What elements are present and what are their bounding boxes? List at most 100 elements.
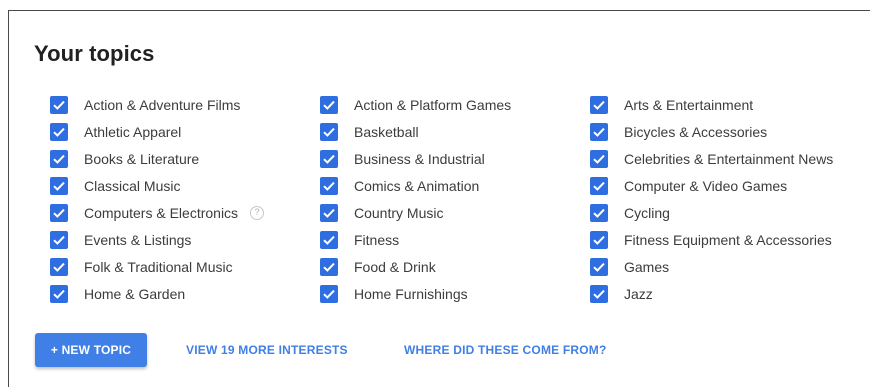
- topic-item[interactable]: Home & Garden: [50, 280, 264, 307]
- checkmark-icon: [593, 235, 605, 245]
- new-topic-button[interactable]: + NEW TOPIC: [35, 333, 147, 367]
- checkmark-icon: [53, 235, 65, 245]
- checkmark-icon: [53, 154, 65, 164]
- checkmark-icon: [323, 235, 335, 245]
- topic-item[interactable]: Classical Music: [50, 172, 264, 199]
- checkmark-icon: [323, 262, 335, 272]
- checkmark-icon: [593, 262, 605, 272]
- where-did-these-come-from-link[interactable]: WHERE DID THESE COME FROM?: [404, 343, 607, 357]
- topic-item[interactable]: Jazz: [590, 280, 833, 307]
- checkmark-icon: [593, 100, 605, 110]
- topic-label: Comics & Animation: [354, 177, 480, 194]
- checkbox[interactable]: [320, 230, 338, 249]
- topics-card: Your topics Action & Adventure Films Ath…: [8, 10, 870, 387]
- topic-label: Events & Listings: [84, 231, 192, 248]
- topic-label: Computer & Video Games: [624, 177, 788, 194]
- checkmark-icon: [593, 181, 605, 191]
- topic-label: Fitness Equipment & Accessories: [624, 231, 832, 248]
- checkmark-icon: [323, 127, 335, 137]
- view-more-interests-link[interactable]: VIEW 19 MORE INTERESTS: [186, 343, 348, 357]
- topic-item[interactable]: Fitness: [320, 226, 511, 253]
- topic-label: Action & Adventure Films: [84, 96, 241, 113]
- checkmark-icon: [53, 127, 65, 137]
- topic-label: Country Music: [354, 204, 444, 221]
- checkmark-icon: [53, 100, 65, 110]
- topic-item[interactable]: Cycling: [590, 199, 833, 226]
- topic-item[interactable]: Books & Literature: [50, 145, 264, 172]
- checkmark-icon: [323, 100, 335, 110]
- checkmark-icon: [53, 289, 65, 299]
- topic-item[interactable]: Games: [590, 253, 833, 280]
- checkbox[interactable]: [50, 257, 68, 276]
- checkmark-icon: [323, 181, 335, 191]
- topic-label: Jazz: [624, 285, 653, 302]
- checkmark-icon: [323, 208, 335, 218]
- checkbox[interactable]: [590, 203, 608, 222]
- checkmark-icon: [53, 262, 65, 272]
- checkbox[interactable]: [50, 149, 68, 168]
- topic-item[interactable]: Action & Platform Games: [320, 91, 511, 118]
- topic-label: Action & Platform Games: [354, 96, 512, 113]
- checkbox[interactable]: [590, 122, 608, 141]
- topic-label: Celebrities & Entertainment News: [624, 150, 834, 167]
- checkmark-icon: [323, 154, 335, 164]
- topic-label: Athletic Apparel: [84, 123, 182, 140]
- help-icon[interactable]: ?: [250, 205, 265, 220]
- topic-item[interactable]: Bicycles & Accessories: [590, 118, 833, 145]
- topic-item[interactable]: Athletic Apparel: [50, 118, 264, 145]
- checkbox[interactable]: [50, 284, 68, 303]
- topic-item[interactable]: Arts & Entertainment: [590, 91, 833, 118]
- topics-column-3: Arts & Entertainment Bicycles & Accessor…: [590, 91, 833, 307]
- topic-label: Fitness: [354, 231, 400, 248]
- topics-column-2: Action & Platform Games Basketball Busin…: [320, 91, 511, 307]
- topic-label: Bicycles & Accessories: [624, 123, 768, 140]
- checkbox[interactable]: [50, 230, 68, 249]
- topic-label: Arts & Entertainment: [624, 96, 754, 113]
- checkmark-icon: [53, 208, 65, 218]
- checkbox[interactable]: [50, 122, 68, 141]
- topic-item[interactable]: Celebrities & Entertainment News: [590, 145, 833, 172]
- topic-label: Books & Literature: [84, 150, 200, 167]
- checkbox[interactable]: [320, 149, 338, 168]
- topic-label: Folk & Traditional Music: [84, 258, 233, 275]
- topic-item[interactable]: Action & Adventure Films: [50, 91, 264, 118]
- checkbox[interactable]: [320, 257, 338, 276]
- topic-item[interactable]: Fitness Equipment & Accessories: [590, 226, 833, 253]
- checkbox[interactable]: [50, 203, 68, 222]
- topic-item[interactable]: Computer & Video Games: [590, 172, 833, 199]
- topic-item[interactable]: Events & Listings: [50, 226, 264, 253]
- checkbox[interactable]: [320, 176, 338, 195]
- checkmark-icon: [593, 208, 605, 218]
- checkbox[interactable]: [590, 95, 608, 114]
- checkbox[interactable]: [590, 284, 608, 303]
- checkmark-icon: [53, 181, 65, 191]
- topic-item[interactable]: Computers & Electronics?: [50, 199, 265, 226]
- checkbox[interactable]: [320, 284, 338, 303]
- topic-item[interactable]: Comics & Animation: [320, 172, 511, 199]
- topic-item[interactable]: Home Furnishings: [320, 280, 511, 307]
- checkbox[interactable]: [320, 122, 338, 141]
- topic-label: Food & Drink: [354, 258, 436, 275]
- topic-label: Home & Garden: [84, 285, 186, 302]
- topic-item[interactable]: Folk & Traditional Music: [50, 253, 264, 280]
- topic-item[interactable]: Food & Drink: [320, 253, 511, 280]
- page-title: Your topics: [34, 41, 155, 66]
- checkbox[interactable]: [590, 149, 608, 168]
- topic-label: Basketball: [354, 123, 419, 140]
- checkbox[interactable]: [50, 176, 68, 195]
- checkbox[interactable]: [320, 95, 338, 114]
- checkbox[interactable]: [50, 95, 68, 114]
- checkmark-icon: [323, 289, 335, 299]
- checkbox[interactable]: [590, 257, 608, 276]
- topic-label: Classical Music: [84, 177, 181, 194]
- topic-item[interactable]: Country Music: [320, 199, 511, 226]
- checkbox[interactable]: [590, 230, 608, 249]
- checkbox[interactable]: [590, 176, 608, 195]
- checkmark-icon: [593, 289, 605, 299]
- topic-label: Home Furnishings: [354, 285, 468, 302]
- topic-item[interactable]: Basketball: [320, 118, 511, 145]
- topic-item[interactable]: Business & Industrial: [320, 145, 511, 172]
- checkbox[interactable]: [320, 203, 338, 222]
- topic-label: Cycling: [624, 204, 670, 221]
- topic-label: Computers & Electronics: [84, 204, 239, 221]
